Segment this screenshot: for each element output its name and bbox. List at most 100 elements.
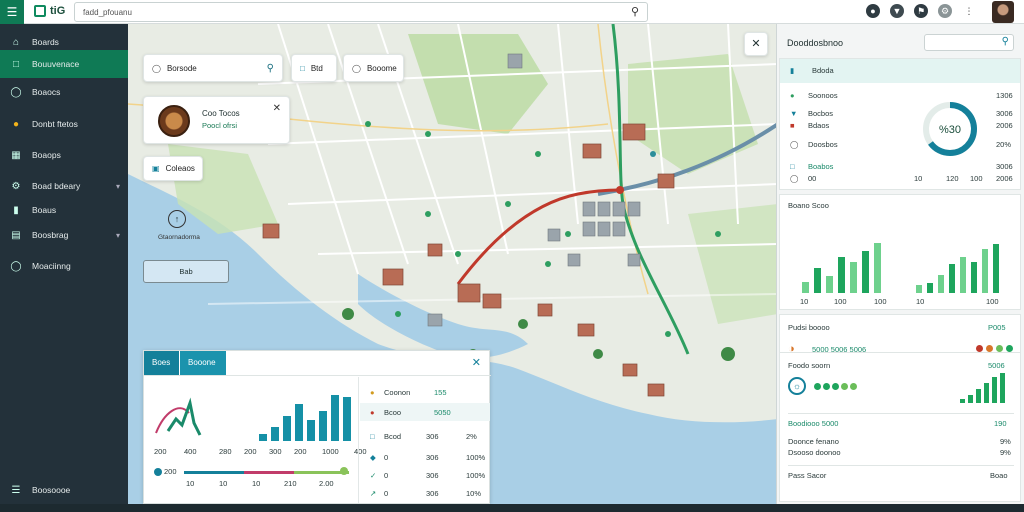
notification-icon[interactable]: ⚑ — [914, 4, 928, 18]
sidebar-item-boosbrag[interactable]: ▤ Boosbrag ▾ — [0, 221, 128, 249]
compass-icon[interactable]: ↑ — [168, 210, 186, 228]
map-pill-label: Btd — [310, 63, 323, 73]
map-select-label: Bab — [179, 267, 193, 276]
search-icon[interactable]: ⚲ — [267, 63, 274, 74]
park-area — [628, 54, 758, 174]
menu-icon[interactable]: ☰ — [0, 0, 24, 24]
bottom-panel: Boes Booone ✕ 200 400 280 200 300 200 10… — [143, 350, 491, 504]
axis-label: 400 — [354, 447, 367, 456]
list-item-pct: 10% — [466, 489, 482, 498]
search-icon[interactable]: ⚲ — [631, 5, 639, 18]
layers-pill[interactable]: ▣ Coleaos — [143, 156, 203, 181]
divider — [788, 413, 1014, 414]
search-icon[interactable]: ⚲ — [1002, 36, 1009, 47]
rail-segment — [184, 471, 244, 474]
sidebar-item-boaus[interactable]: ▮ Boaus — [0, 196, 128, 224]
tab-boes[interactable]: Boes — [144, 351, 179, 375]
stat-value: 3006 — [996, 162, 1013, 171]
house-icon: ⌂ — [12, 36, 20, 48]
search-input[interactable] — [75, 3, 615, 21]
list-item-value: 5050 — [434, 408, 451, 417]
place-popup[interactable]: Coo Tocos Poocl ofrsi ✕ — [143, 96, 290, 144]
gauge-label: %30 — [939, 124, 961, 136]
rail-marker-icon — [154, 468, 162, 476]
gauge: %30 — [923, 102, 977, 156]
bar — [971, 261, 977, 293]
panel-search-input[interactable]: ⚲ — [924, 34, 1014, 51]
more-icon[interactable]: ⋮ — [962, 4, 976, 18]
bar — [331, 395, 339, 441]
axis-label: 100 — [834, 297, 847, 306]
list-item-pct: 100% — [466, 471, 486, 480]
doc-icon: □ — [300, 63, 305, 73]
bar — [838, 256, 845, 293]
sidebar-item-moaciinng[interactable]: ◯ Moaciinng — [0, 252, 128, 280]
map-pill-btd[interactable]: □ Btd — [291, 54, 337, 82]
chevron-down-icon: ▾ — [115, 230, 120, 240]
popup-subtitle: Poocl ofrsi — [202, 121, 238, 130]
coin-icon: ● — [12, 118, 20, 130]
sidebar-item-label: Boaus — [32, 205, 57, 215]
square-icon: □ — [12, 58, 20, 70]
diamond-icon: ◆ — [370, 453, 376, 462]
popup-title: Coo Tocos — [202, 109, 240, 118]
detail-card: Foodo soorn 5006 ☼ Boodiooo 5000 190 Doo… — [779, 352, 1021, 502]
stat-value: 2006 — [996, 174, 1013, 183]
map-search-label: Borsode — [166, 63, 197, 73]
divider — [788, 465, 1014, 466]
sidebar-item-donbt[interactable]: ● Donbt ftetos — [0, 110, 128, 138]
pin-icon: ◯ — [10, 260, 22, 272]
tab-booone[interactable]: Booone — [180, 351, 226, 375]
stat-label: Bocbos — [808, 109, 834, 118]
list-item-label: 0 — [384, 471, 389, 480]
stat-label: Bdaos — [808, 121, 830, 130]
bar — [850, 262, 857, 293]
check-icon: ✓ — [370, 471, 377, 480]
avatar[interactable] — [992, 1, 1014, 23]
detail-row: Boodiooo 5000 — [788, 419, 839, 428]
stats-tab-label[interactable]: Bdoda — [812, 66, 834, 75]
square-icon: □ — [370, 432, 375, 441]
sidebar-item-bouuvenace[interactable]: □ Bouuvenace — [0, 50, 128, 78]
close-icon[interactable]: ✕ — [744, 32, 768, 56]
axis-label: 10 — [252, 479, 261, 488]
right-panel: Dooddosbnoo ⚲ ▮ Bdoda ● Soonoos 1306 ▼ B… — [776, 24, 1024, 504]
tab-label: Boes — [152, 358, 171, 367]
bar — [968, 395, 973, 403]
axis-label: 400 — [184, 447, 197, 456]
search-box[interactable]: ⚲ — [74, 2, 648, 22]
settings-icon[interactable]: ⚙ — [938, 4, 952, 18]
route-line — [456, 188, 621, 285]
expand-icon: ↗ — [370, 489, 377, 498]
alert-icon: ■ — [790, 121, 795, 130]
bar — [814, 267, 821, 293]
sidebar-item-boaops[interactable]: ▦ Boaops — [0, 141, 128, 169]
map-pill-booome[interactable]: ◯ Booome — [343, 54, 404, 82]
axis-label: 2.00 — [319, 479, 334, 488]
pin-icon[interactable]: ▼ — [890, 4, 904, 18]
logo-icon — [34, 5, 46, 17]
sidebar-item-boaocs[interactable]: ◯ Boaocs — [0, 78, 128, 106]
stat-mid: 120 — [946, 174, 959, 183]
map-search-pill[interactable]: ◯ Borsode ⚲ — [143, 54, 283, 82]
map-select[interactable]: Bab — [143, 260, 229, 283]
route-end-marker[interactable] — [616, 186, 624, 194]
globe-icon[interactable]: ● — [866, 4, 880, 18]
bar — [283, 415, 291, 441]
panel-title: Dooddosbnoo — [787, 38, 844, 48]
axis-label: 100 — [986, 297, 999, 306]
stat-mid: 10 — [914, 174, 923, 183]
gear-icon: ⚙ — [11, 180, 21, 192]
globe-icon: ◯ — [352, 63, 361, 73]
bar — [949, 264, 955, 293]
bar — [271, 427, 279, 441]
rail-label: 200 — [164, 467, 177, 476]
close-icon[interactable]: ✕ — [472, 356, 481, 369]
section-value: P005 — [988, 323, 1006, 332]
close-icon[interactable]: ✕ — [273, 103, 281, 114]
sidebar-footer[interactable]: ☰ Boosoooe — [0, 476, 128, 504]
app-logo[interactable]: tiG — [34, 5, 65, 17]
axis-label: 210 — [284, 479, 297, 488]
bar — [802, 281, 809, 293]
sun-icon: ☼ — [788, 377, 806, 395]
